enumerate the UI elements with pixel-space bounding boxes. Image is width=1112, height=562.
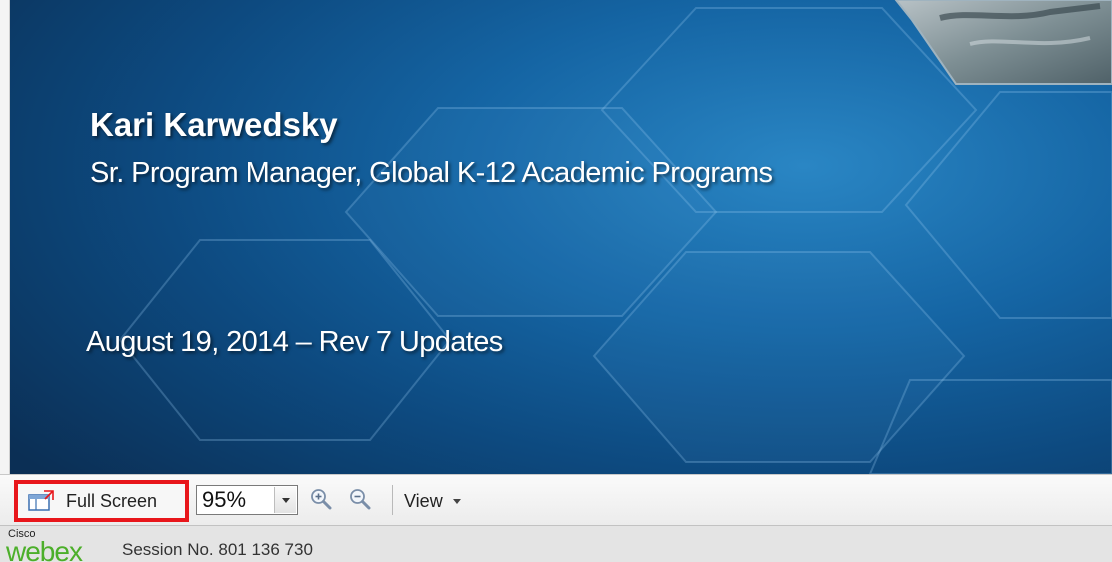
chevron-down-icon [281, 497, 290, 503]
viewer-edge [0, 0, 10, 474]
slide-photo-image [894, 0, 1112, 85]
fullscreen-icon [28, 490, 54, 511]
zoom-out-icon[interactable] [348, 487, 372, 511]
zoom-level-select[interactable]: 95% [196, 485, 298, 515]
session-number: Session No. 801 136 730 [122, 540, 313, 559]
zoom-in-icon[interactable] [309, 487, 333, 511]
status-bar: Cisco webex Session No. 801 136 730 [0, 526, 1112, 562]
viewer-toolbar: Full Screen 95% View [0, 474, 1112, 526]
full-screen-label: Full Screen [66, 490, 158, 511]
chevron-down-icon [452, 498, 461, 504]
slide-date: August 19, 2014 – Rev 7 Updates [86, 326, 503, 358]
presentation-viewer: Kari Karwedsky Sr. Program Manager, Glob… [0, 0, 1112, 474]
toolbar-divider [392, 485, 393, 515]
full-screen-button[interactable]: Full Screen [14, 480, 189, 522]
presentation-slide: Kari Karwedsky Sr. Program Manager, Glob… [10, 0, 1112, 474]
webex-logo: webex [6, 536, 83, 562]
presenter-title: Sr. Program Manager, Global K-12 Academi… [90, 157, 773, 189]
view-menu-label: View [404, 490, 443, 511]
zoom-level-value: 95% [202, 487, 247, 512]
zoom-dropdown-arrow[interactable] [274, 487, 296, 513]
view-menu-button[interactable]: View [404, 489, 461, 513]
presenter-name: Kari Karwedsky [90, 106, 338, 143]
